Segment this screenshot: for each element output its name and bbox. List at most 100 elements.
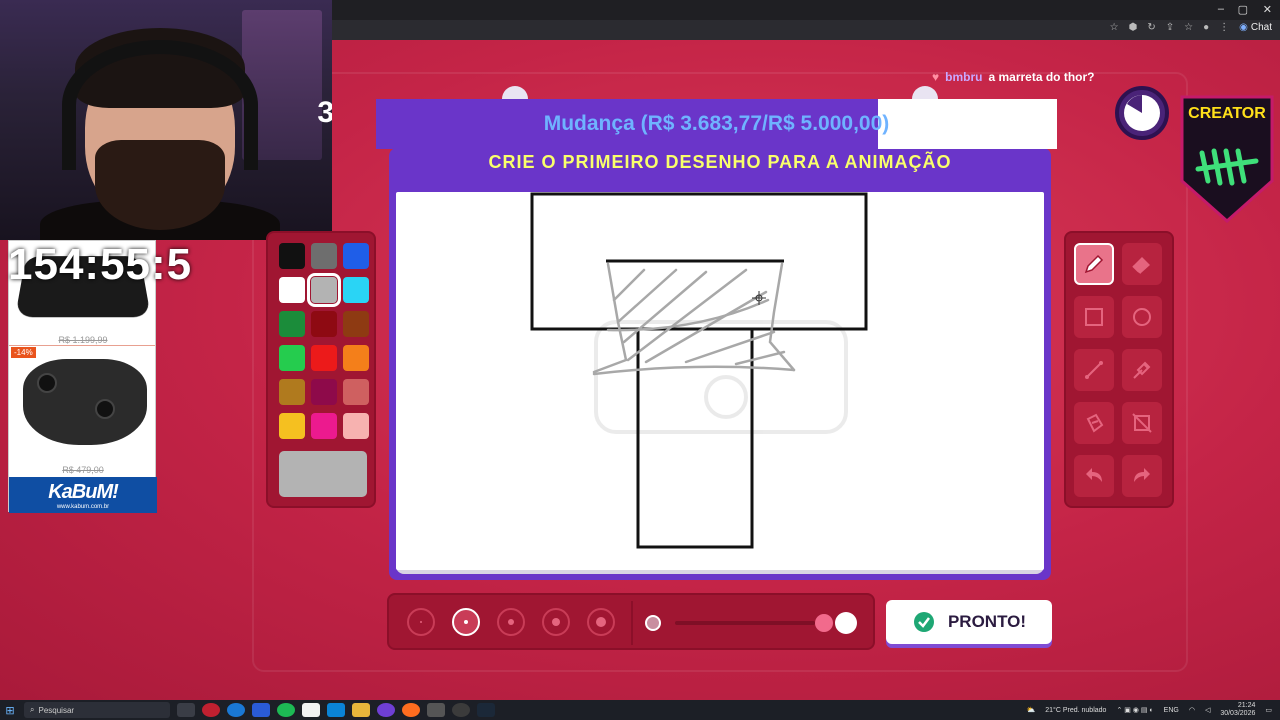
brush-size-option[interactable] (452, 608, 480, 636)
refresh-icon[interactable]: ↻ (1147, 22, 1155, 33)
donation-goal-bar: Mudança (R$ 3.683,77/R$ 5.000,00) (376, 99, 1057, 149)
app-icon[interactable] (252, 703, 270, 717)
chat-button[interactable]: ◉ Chat (1239, 22, 1272, 33)
weather-icon: ⛅ (1026, 707, 1036, 714)
kabum-logo: KaBuM! www.kabum.com.br (9, 477, 157, 513)
color-swatch[interactable] (311, 311, 337, 337)
paint-bucket-icon (1086, 413, 1104, 433)
spotify-icon[interactable] (277, 703, 295, 717)
chat-label: Chat (1250, 22, 1272, 33)
menu-icon[interactable]: ⋮ (1219, 22, 1229, 33)
color-swatch[interactable] (343, 379, 369, 405)
browser-titlebar: – ▢ ✕ ☆ ⬢ ↻ ⇪ ☆ ● ⋮ ◉ Chat (332, 0, 1280, 40)
clock-date: 30/03/2026 (1220, 710, 1256, 717)
bookmark-icon[interactable]: ☆ (1184, 22, 1193, 33)
color-swatch[interactable] (279, 345, 305, 371)
brush-size-dot (552, 618, 560, 626)
taskbar-clock[interactable]: 21:24 30/03/2026 (1220, 702, 1255, 718)
eyedropper-tool[interactable] (1122, 349, 1162, 391)
calculator-icon[interactable] (427, 703, 445, 717)
clear-tool[interactable] (1122, 402, 1162, 444)
redo-tool[interactable] (1122, 455, 1162, 497)
color-swatch[interactable] (279, 311, 305, 337)
wifi-icon[interactable]: ◠ (1189, 706, 1195, 714)
color-swatch[interactable] (279, 277, 305, 303)
color-swatch[interactable] (311, 243, 337, 269)
brush-size-option[interactable] (542, 608, 570, 636)
eraser-tool[interactable] (1122, 243, 1162, 285)
tool-panel (1064, 231, 1174, 508)
ready-label: PRONTO! (947, 612, 1027, 631)
windows-start-icon[interactable]: ⊞ (0, 704, 20, 717)
discount-badge: -14% (11, 347, 36, 358)
goal-text: Mudança (R$ 3.683,77/R$ 5.000,00) (543, 112, 890, 135)
pencil-tool[interactable] (1074, 243, 1114, 285)
creator-badge: CREATOR (1178, 95, 1276, 224)
fill-tool[interactable] (1074, 402, 1114, 444)
right-stick (95, 399, 115, 419)
obs-icon[interactable] (377, 703, 395, 717)
folder-icon[interactable] (352, 703, 370, 717)
opacity-min-icon (645, 615, 661, 631)
brush-size-option[interactable] (587, 608, 615, 636)
color-swatch[interactable] (311, 413, 337, 439)
taskbar-search[interactable]: ⌕ Pesquisar (24, 702, 170, 718)
color-swatch[interactable] (279, 413, 305, 439)
brush-size-dot (508, 619, 514, 625)
color-swatch[interactable] (343, 345, 369, 371)
line-tool[interactable] (1074, 349, 1114, 391)
chat-message: ♥ bmbru a marreta do thor? (932, 70, 1095, 84)
headset (62, 40, 258, 170)
store-icon[interactable] (327, 703, 345, 717)
creator-label: CREATOR (1188, 105, 1266, 122)
steam-icon[interactable] (477, 703, 495, 717)
chat-username: bmbru (945, 70, 983, 84)
extension-icon[interactable]: ⬢ (1129, 22, 1138, 33)
color-swatch[interactable] (311, 379, 337, 405)
gartic-phone-watermark (594, 320, 848, 434)
tray-icons[interactable]: ⌃ ▣ ◉ ▤ ◐ (1116, 706, 1153, 714)
undo-tool[interactable] (1074, 455, 1114, 497)
close-button[interactable]: ✕ (1263, 3, 1272, 16)
left-stick (37, 373, 57, 393)
subathon-timer: 154:55:5 (8, 240, 193, 289)
profile-icon[interactable]: ● (1203, 22, 1209, 33)
firefox-icon[interactable] (402, 703, 420, 717)
color-palette (266, 231, 376, 508)
color-swatch[interactable] (311, 345, 337, 371)
selected-color-preview (279, 451, 367, 497)
color-swatch[interactable] (307, 273, 341, 307)
edge-icon[interactable] (227, 703, 245, 717)
opacity-slider-track[interactable] (675, 621, 815, 625)
ellipse-tool[interactable] (1122, 296, 1162, 338)
color-swatch[interactable] (343, 311, 369, 337)
brush-size-option[interactable] (407, 608, 435, 636)
color-swatch[interactable] (343, 413, 369, 439)
maximize-button[interactable]: ▢ (1238, 3, 1248, 16)
drawing-canvas[interactable] (396, 192, 1044, 570)
chrome-icon[interactable] (452, 703, 470, 717)
color-swatch[interactable] (343, 277, 369, 303)
brush-size-option[interactable] (497, 608, 525, 636)
instruction-title: CRIE O PRIMEIRO DESENHO PARA A ANIMAÇÃO (488, 152, 952, 172)
volume-icon[interactable]: ◁ (1205, 706, 1210, 714)
notepad-icon[interactable] (302, 703, 320, 717)
language-indicator[interactable]: ENG (1164, 707, 1179, 714)
color-swatch[interactable] (279, 243, 305, 269)
brush-settings (387, 593, 875, 650)
product1-price: R$ 1.199,99 (58, 335, 108, 345)
notification-icon[interactable]: ▭ (1265, 706, 1272, 714)
color-swatch[interactable] (343, 243, 369, 269)
task-view-icon[interactable] (177, 703, 195, 717)
line-icon (1085, 361, 1103, 379)
circle-icon (1133, 308, 1151, 326)
weather-text[interactable]: 21°C Pred. nublado (1045, 707, 1106, 714)
opera-icon[interactable] (202, 703, 220, 717)
star-icon[interactable]: ☆ (1110, 22, 1119, 33)
opacity-slider-thumb[interactable] (815, 614, 833, 632)
color-swatch[interactable] (279, 379, 305, 405)
ready-button[interactable]: PRONTO! (886, 600, 1052, 644)
share-icon[interactable]: ⇪ (1166, 22, 1174, 33)
rectangle-tool[interactable] (1074, 296, 1114, 338)
minimize-button[interactable]: – (1218, 3, 1224, 15)
